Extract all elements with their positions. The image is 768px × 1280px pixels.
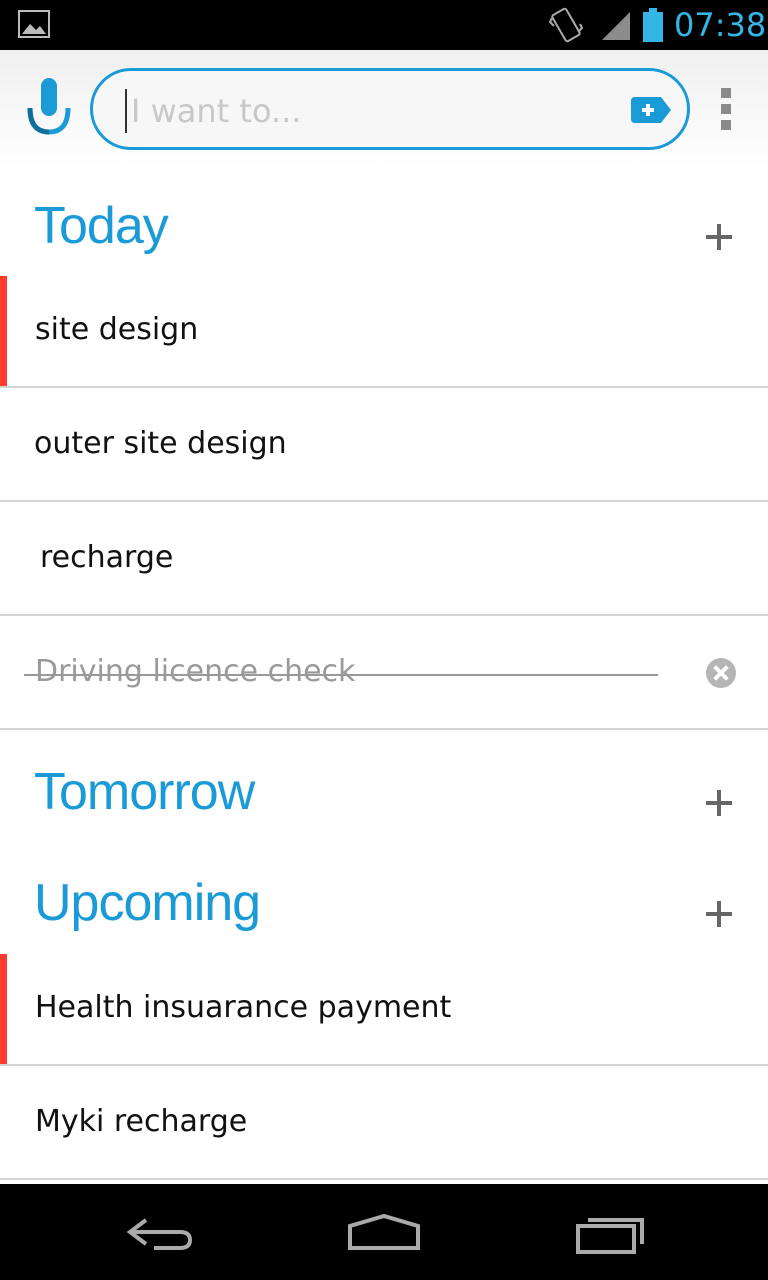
text-cursor xyxy=(125,89,127,133)
task-label: recharge xyxy=(40,540,174,575)
section-title-tomorrow: Tomorrow xyxy=(34,763,255,821)
search-header xyxy=(0,50,768,168)
recent-apps-icon[interactable] xyxy=(574,1214,646,1254)
add-tag-icon[interactable] xyxy=(629,97,671,123)
microphone-icon[interactable] xyxy=(26,78,72,140)
add-today-button[interactable] xyxy=(706,222,736,252)
vibrate-icon xyxy=(548,7,584,43)
task-item[interactable]: Myki recharge xyxy=(0,1068,768,1180)
search-box[interactable] xyxy=(90,68,690,150)
section-upcoming-header: Upcoming xyxy=(0,859,768,959)
search-input[interactable] xyxy=(129,85,613,137)
task-item[interactable]: Health insuarance payment xyxy=(0,954,768,1066)
navigation-bar xyxy=(0,1184,768,1280)
battery-icon xyxy=(643,8,663,42)
remove-task-icon[interactable] xyxy=(706,658,736,688)
section-title-upcoming: Upcoming xyxy=(34,874,261,932)
task-label: Myki recharge xyxy=(35,1104,248,1139)
priority-marker xyxy=(0,954,7,1064)
task-label: Driving licence check xyxy=(35,654,356,689)
back-icon[interactable] xyxy=(124,1214,196,1254)
task-item[interactable]: outer site design xyxy=(0,390,768,502)
add-upcoming-button[interactable] xyxy=(706,899,736,929)
priority-marker xyxy=(0,276,7,386)
task-label: Health insuarance payment xyxy=(35,990,452,1025)
section-tomorrow-header: Tomorrow xyxy=(0,748,768,848)
status-time: 07:38 xyxy=(674,6,767,44)
gallery-icon xyxy=(18,10,50,38)
overflow-menu-icon[interactable] xyxy=(712,88,740,136)
section-today-header: Today xyxy=(0,182,768,282)
task-label: site design xyxy=(35,312,199,347)
task-item[interactable]: recharge xyxy=(0,504,768,616)
status-bar: 07:38 xyxy=(0,0,768,50)
add-tomorrow-button[interactable] xyxy=(706,788,736,818)
task-label: outer site design xyxy=(34,426,287,461)
strikethrough-line xyxy=(24,674,658,676)
home-icon[interactable] xyxy=(346,1212,422,1252)
section-title-today: Today xyxy=(34,197,169,255)
task-item-completed[interactable]: Driving licence check xyxy=(0,618,768,730)
task-item[interactable]: site design xyxy=(0,276,768,388)
signal-icon xyxy=(602,12,630,40)
